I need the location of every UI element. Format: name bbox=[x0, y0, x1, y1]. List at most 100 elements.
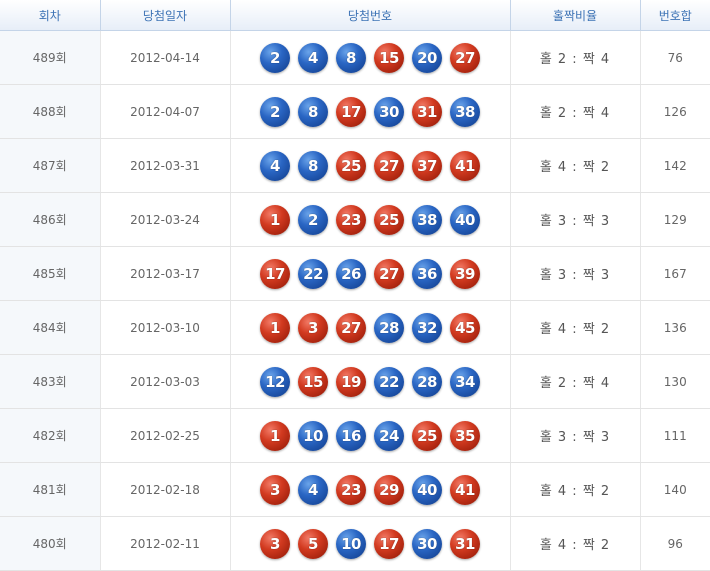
table-row: 487회 2012-03-31 4 8 25 27 37 41 홀 4 : 짝 2 142 bbox=[0, 138, 710, 193]
round-cell: 483회 bbox=[0, 354, 101, 409]
numbers-cell: 2 8 17 30 31 38 bbox=[230, 84, 511, 139]
lotto-ball: 8 bbox=[336, 42, 366, 73]
lotto-ball: 30 bbox=[412, 528, 442, 559]
header-numbers[interactable]: 당첨번호 bbox=[230, 0, 511, 31]
table-row: 488회 2012-04-07 2 8 17 30 31 38 홀 2 : 짝 4 126 bbox=[0, 84, 710, 139]
header-round[interactable]: 회차 bbox=[0, 0, 101, 31]
ball-group: 12 15 19 22 28 34 bbox=[231, 366, 510, 397]
lotto-ball: 37 bbox=[412, 150, 442, 181]
date-cell: 2012-04-14 bbox=[100, 30, 231, 85]
lotto-ball: 17 bbox=[260, 258, 290, 289]
date-cell: 2012-02-25 bbox=[100, 408, 231, 463]
sum-cell: 142 bbox=[640, 138, 710, 193]
ratio-cell: 홀 4 : 짝 2 bbox=[510, 138, 641, 193]
sum-cell: 129 bbox=[640, 192, 710, 247]
date-cell: 2012-03-03 bbox=[100, 354, 231, 409]
lotto-ball: 10 bbox=[298, 420, 328, 451]
sum-cell: 167 bbox=[640, 246, 710, 301]
ratio-cell: 홀 2 : 짝 4 bbox=[510, 30, 641, 85]
lotto-ball: 27 bbox=[374, 258, 404, 289]
lotto-ball: 3 bbox=[260, 474, 290, 505]
lotto-ball: 40 bbox=[450, 204, 480, 235]
lotto-ball: 38 bbox=[412, 204, 442, 235]
lotto-ball: 4 bbox=[298, 42, 328, 73]
lotto-ball: 41 bbox=[450, 150, 480, 181]
header-sum[interactable]: 번호합 bbox=[640, 0, 710, 31]
sum-cell: 136 bbox=[640, 300, 710, 355]
lotto-ball: 39 bbox=[450, 258, 480, 289]
sum-cell: 140 bbox=[640, 462, 710, 517]
header-row: 회차 당첨일자 당첨번호 홀짝비율 번호합 bbox=[0, 0, 710, 31]
lotto-ball: 25 bbox=[374, 204, 404, 235]
sum-cell: 76 bbox=[640, 30, 710, 85]
ratio-cell: 홀 2 : 짝 4 bbox=[510, 84, 641, 139]
numbers-cell: 1 3 27 28 32 45 bbox=[230, 300, 511, 355]
lotto-ball: 31 bbox=[450, 528, 480, 559]
header-date[interactable]: 당첨일자 bbox=[100, 0, 231, 31]
lotto-ball: 17 bbox=[374, 528, 404, 559]
ratio-cell: 홀 3 : 짝 3 bbox=[510, 246, 641, 301]
lotto-ball: 27 bbox=[374, 150, 404, 181]
table-row: 484회 2012-03-10 1 3 27 28 32 45 홀 4 : 짝 2 136 bbox=[0, 300, 710, 355]
ball-group: 3 4 23 29 40 41 bbox=[231, 474, 510, 505]
round-cell: 487회 bbox=[0, 138, 101, 193]
ratio-cell: 홀 4 : 짝 2 bbox=[510, 516, 641, 571]
ball-group: 2 8 17 30 31 38 bbox=[231, 96, 510, 127]
lotto-ball: 22 bbox=[298, 258, 328, 289]
date-cell: 2012-03-24 bbox=[100, 192, 231, 247]
lotto-ball: 25 bbox=[336, 150, 366, 181]
table-row: 485회 2012-03-17 17 22 26 27 36 39 홀 3 : 짝 3 167 bbox=[0, 246, 710, 301]
numbers-cell: 3 5 10 17 30 31 bbox=[230, 516, 511, 571]
numbers-cell: 3 4 23 29 40 41 bbox=[230, 462, 511, 517]
table-row: 483회 2012-03-03 12 15 19 22 28 34 홀 2 : 짝 4 130 bbox=[0, 354, 710, 409]
lotto-ball: 8 bbox=[298, 96, 328, 127]
table-row: 489회 2012-04-14 2 4 8 15 20 27 홀 2 : 짝 4 76 bbox=[0, 30, 710, 85]
lotto-ball: 28 bbox=[374, 312, 404, 343]
round-cell: 486회 bbox=[0, 192, 101, 247]
table-row: 482회 2012-02-25 1 10 16 24 25 35 홀 3 : 짝 3 111 bbox=[0, 408, 710, 463]
lotto-ball: 17 bbox=[336, 96, 366, 127]
lotto-ball: 2 bbox=[260, 42, 290, 73]
lotto-ball: 23 bbox=[336, 474, 366, 505]
round-cell: 489회 bbox=[0, 30, 101, 85]
ball-group: 2 4 8 15 20 27 bbox=[231, 42, 510, 73]
date-cell: 2012-04-07 bbox=[100, 84, 231, 139]
lotto-ball: 29 bbox=[374, 474, 404, 505]
table-row: 486회 2012-03-24 1 2 23 25 38 40 홀 3 : 짝 3 129 bbox=[0, 192, 710, 247]
lotto-results-table: 회차 당첨일자 당첨번호 홀짝비율 번호합 489회 2012-04-14 2 4 8 1… bbox=[0, 0, 710, 571]
lotto-ball: 1 bbox=[260, 312, 290, 343]
round-cell: 484회 bbox=[0, 300, 101, 355]
ratio-cell: 홀 3 : 짝 3 bbox=[510, 192, 641, 247]
date-cell: 2012-02-18 bbox=[100, 462, 231, 517]
lotto-ball: 20 bbox=[412, 42, 442, 73]
date-cell: 2012-02-11 bbox=[100, 516, 231, 571]
round-cell: 488회 bbox=[0, 84, 101, 139]
round-cell: 485회 bbox=[0, 246, 101, 301]
date-cell: 2012-03-17 bbox=[100, 246, 231, 301]
lotto-ball: 25 bbox=[412, 420, 442, 451]
numbers-cell: 17 22 26 27 36 39 bbox=[230, 246, 511, 301]
ratio-cell: 홀 2 : 짝 4 bbox=[510, 354, 641, 409]
lotto-ball: 40 bbox=[412, 474, 442, 505]
lotto-ball: 10 bbox=[336, 528, 366, 559]
lotto-ball: 4 bbox=[298, 474, 328, 505]
ratio-cell: 홀 3 : 짝 3 bbox=[510, 408, 641, 463]
numbers-cell: 1 10 16 24 25 35 bbox=[230, 408, 511, 463]
lotto-ball: 22 bbox=[374, 366, 404, 397]
lotto-ball: 3 bbox=[260, 528, 290, 559]
sum-cell: 126 bbox=[640, 84, 710, 139]
numbers-cell: 1 2 23 25 38 40 bbox=[230, 192, 511, 247]
lotto-ball: 31 bbox=[412, 96, 442, 127]
header-ratio[interactable]: 홀짝비율 bbox=[510, 0, 641, 31]
lotto-ball: 38 bbox=[450, 96, 480, 127]
lotto-ball: 5 bbox=[298, 528, 328, 559]
lotto-ball: 2 bbox=[298, 204, 328, 235]
lotto-ball: 15 bbox=[374, 42, 404, 73]
sum-cell: 130 bbox=[640, 354, 710, 409]
sum-cell: 111 bbox=[640, 408, 710, 463]
ratio-cell: 홀 4 : 짝 2 bbox=[510, 300, 641, 355]
numbers-cell: 2 4 8 15 20 27 bbox=[230, 30, 511, 85]
ball-group: 4 8 25 27 37 41 bbox=[231, 150, 510, 181]
lotto-ball: 1 bbox=[260, 420, 290, 451]
numbers-cell: 4 8 25 27 37 41 bbox=[230, 138, 511, 193]
